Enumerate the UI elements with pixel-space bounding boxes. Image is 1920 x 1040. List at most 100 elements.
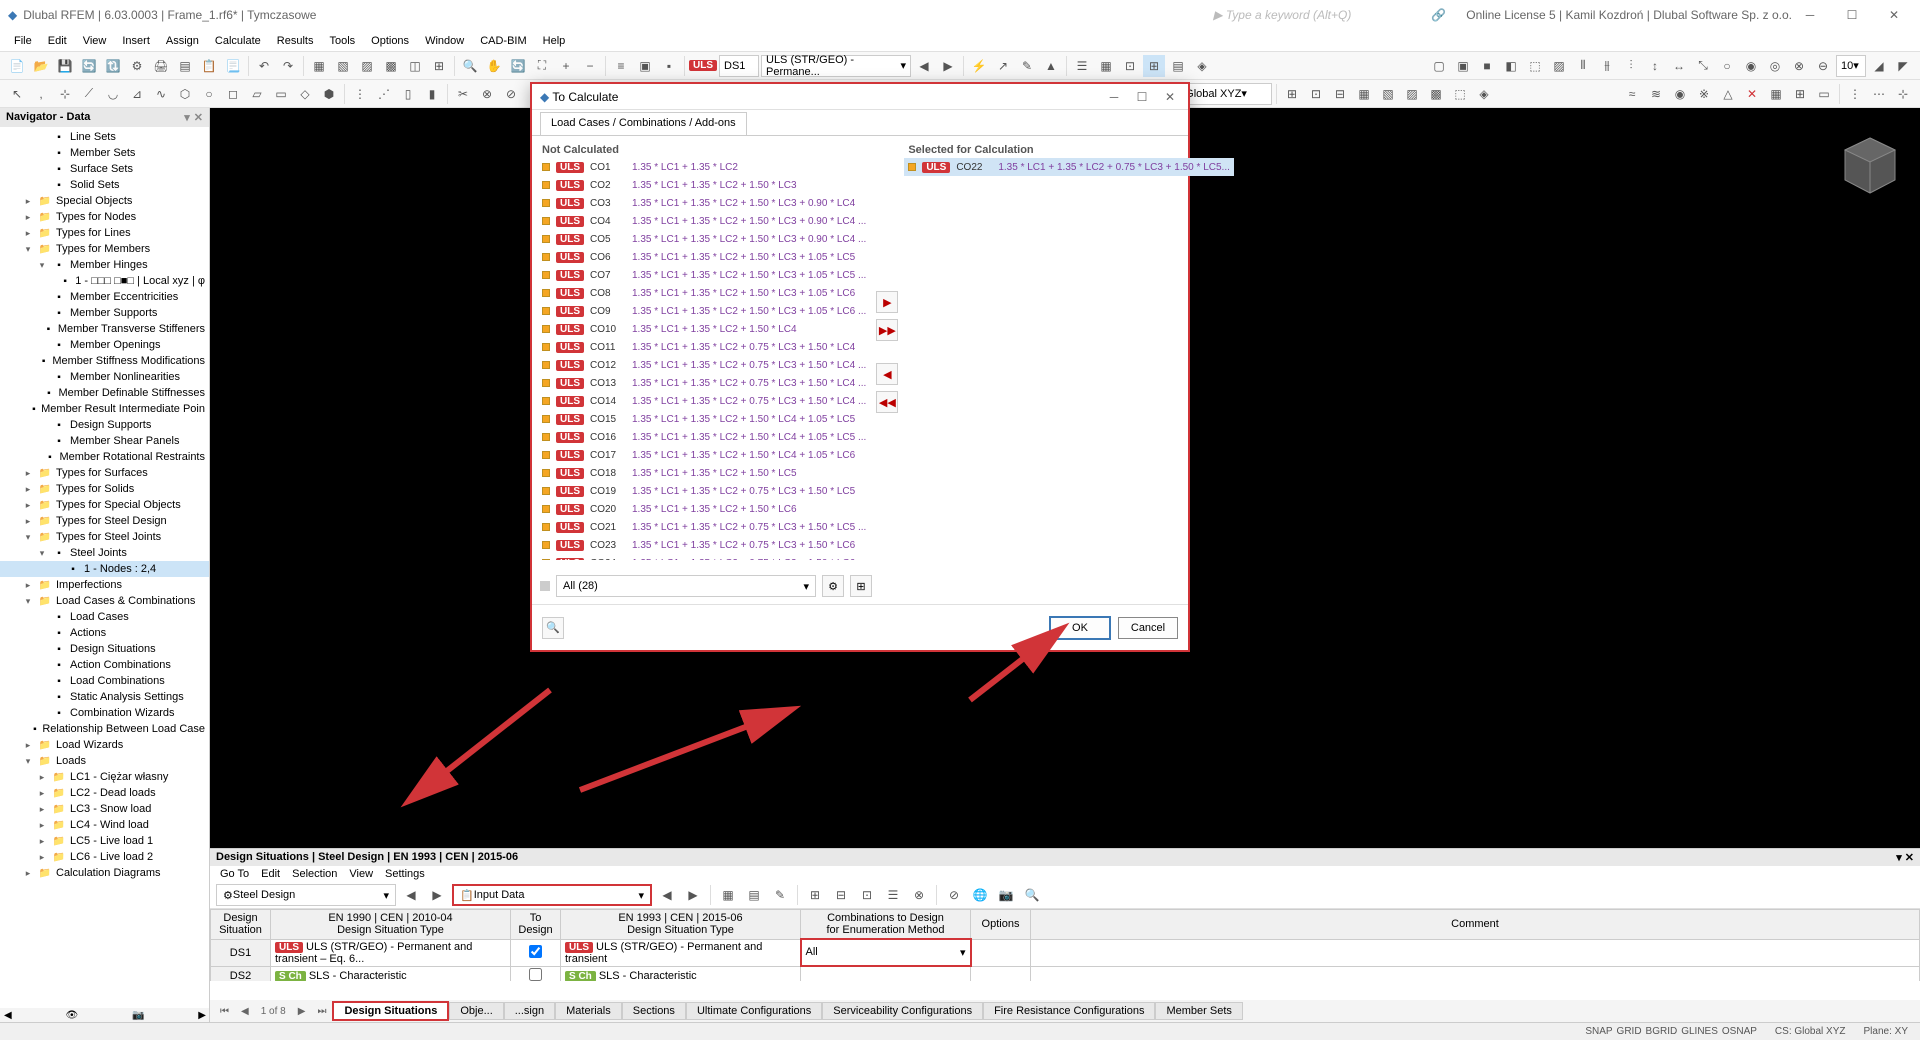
cancel-button[interactable]: Cancel — [1118, 617, 1178, 639]
tab-design-situations[interactable]: Design Situations — [332, 1001, 449, 1021]
tree-item[interactable]: ▪Load Cases — [0, 609, 209, 625]
d2-icon[interactable]: ≋ — [1645, 83, 1667, 105]
b5-icon[interactable]: ◡ — [102, 83, 124, 105]
r12-icon[interactable]: ⤡ — [1692, 55, 1714, 77]
r8-icon[interactable]: ⫵ — [1596, 55, 1618, 77]
b4-icon[interactable]: ⟋ — [78, 83, 100, 105]
to-design-checkbox[interactable] — [529, 968, 542, 981]
refresh-icon[interactable]: 🔄 — [78, 55, 100, 77]
tree-item[interactable]: ▪Solid Sets — [0, 177, 209, 193]
doc-icon[interactable]: 📃 — [222, 55, 244, 77]
tab-materials[interactable]: Materials — [555, 1002, 622, 1020]
tree-item[interactable]: ▸📁Special Objects — [0, 193, 209, 209]
status-snap[interactable]: SNAP — [1585, 1026, 1612, 1037]
undo-icon[interactable]: ↶ — [253, 55, 275, 77]
bt2-icon[interactable]: ▤ — [743, 884, 765, 906]
layout1-icon[interactable]: ▦ — [308, 55, 330, 77]
bp-prev-page[interactable]: ◀ — [235, 1004, 255, 1019]
tab-sections[interactable]: Sections — [622, 1002, 686, 1020]
d7-icon[interactable]: ▦ — [1765, 83, 1787, 105]
b8-icon[interactable]: ⬡ — [174, 83, 196, 105]
bp-edit[interactable]: Edit — [261, 868, 280, 880]
c6-icon[interactable]: ▨ — [1401, 83, 1423, 105]
prev-icon[interactable]: ◀ — [913, 55, 935, 77]
bt4-icon[interactable]: ⊞ — [804, 884, 826, 906]
combo-row[interactable]: ULSCO231.35 * LC1 + 1.35 * LC2 + 0.75 * … — [538, 536, 870, 554]
bt11-icon[interactable]: 📷 — [995, 884, 1017, 906]
combo-row[interactable]: ULSCO201.35 * LC1 + 1.35 * LC2 + 1.50 * … — [538, 500, 870, 518]
d10-icon[interactable]: ⋮ — [1844, 83, 1866, 105]
status-osnap[interactable]: OSNAP — [1722, 1026, 1757, 1037]
combo-row[interactable]: ULSCO31.35 * LC1 + 1.35 * LC2 + 1.50 * L… — [538, 194, 870, 212]
list-icon[interactable]: ▤ — [174, 55, 196, 77]
t7-icon[interactable]: ⊡ — [1119, 55, 1141, 77]
print-icon[interactable]: 🖨 — [150, 55, 172, 77]
tree-item[interactable]: ▪Relationship Between Load Case — [0, 721, 209, 737]
tree-item[interactable]: ▪Load Combinations — [0, 673, 209, 689]
r9-icon[interactable]: ⫶ — [1620, 55, 1642, 77]
r11-icon[interactable]: ↔ — [1668, 55, 1690, 77]
tree-item[interactable]: ▾▪Member Hinges — [0, 257, 209, 273]
tab-objects[interactable]: Obje... — [449, 1002, 503, 1020]
tab-serviceability[interactable]: Serviceability Configurations — [822, 1002, 983, 1020]
tree-item[interactable]: ▪Member Openings — [0, 337, 209, 353]
tree-item[interactable]: ▪Static Analysis Settings — [0, 689, 209, 705]
bp-selection[interactable]: Selection — [292, 868, 337, 880]
bp-next2[interactable]: ▶ — [682, 884, 704, 906]
c1-icon[interactable]: ⊞ — [1281, 83, 1303, 105]
tree-item[interactable]: ▪Design Supports — [0, 417, 209, 433]
bp-first[interactable]: ⏮ — [214, 1004, 235, 1019]
r6-icon[interactable]: ▨ — [1548, 55, 1570, 77]
c7-icon[interactable]: ▩ — [1425, 83, 1447, 105]
b16-icon[interactable]: ⋰ — [373, 83, 395, 105]
tree-item[interactable]: ▪Combination Wizards — [0, 705, 209, 721]
menu-file[interactable]: File — [6, 33, 40, 49]
tree-item[interactable]: ▸📁Types for Surfaces — [0, 465, 209, 481]
ok-button[interactable]: OK — [1050, 617, 1110, 639]
tree-item[interactable]: ▸📁LC2 - Dead loads — [0, 785, 209, 801]
bt8-icon[interactable]: ⊗ — [908, 884, 930, 906]
bt6-icon[interactable]: ⊡ — [856, 884, 878, 906]
tree-item[interactable]: ▸📁LC4 - Wind load — [0, 817, 209, 833]
help-button[interactable]: 🔍 — [542, 617, 564, 639]
combo-row[interactable]: ULSCO41.35 * LC1 + 1.35 * LC2 + 1.50 * L… — [538, 212, 870, 230]
view-cube[interactable] — [1830, 128, 1900, 198]
bp-next[interactable]: ▶ — [426, 884, 448, 906]
move-right-button[interactable]: ▶ — [876, 291, 898, 313]
combo-row[interactable]: ULSCO11.35 * LC1 + 1.35 * LC2 — [538, 158, 870, 176]
bp-pin-icon[interactable]: ▾ — [1896, 852, 1902, 864]
combo-row[interactable]: ULSCO61.35 * LC1 + 1.35 * LC2 + 1.50 * L… — [538, 248, 870, 266]
status-bgrid[interactable]: BGRID — [1646, 1026, 1678, 1037]
bt3-icon[interactable]: ✎ — [769, 884, 791, 906]
r4-icon[interactable]: ◧ — [1500, 55, 1522, 77]
bp-close-icon[interactable]: ✕ — [1905, 852, 1914, 864]
calc3-icon[interactable]: ▪ — [658, 55, 680, 77]
bp-view[interactable]: View — [349, 868, 373, 880]
bp-prev[interactable]: ◀ — [400, 884, 422, 906]
b21-icon[interactable]: ⊘ — [500, 83, 522, 105]
r10-icon[interactable]: ↕ — [1644, 55, 1666, 77]
combo-row[interactable]: ULSCO211.35 * LC1 + 1.35 * LC2 + 0.75 * … — [538, 518, 870, 536]
filter-select[interactable]: All (28)▾ — [556, 575, 816, 597]
menu-assign[interactable]: Assign — [158, 33, 207, 49]
d6-icon[interactable]: ✕ — [1741, 83, 1763, 105]
dlg-close-icon[interactable]: ✕ — [1160, 87, 1180, 107]
r17-icon[interactable]: ⊖ — [1812, 55, 1834, 77]
dlg-max-icon[interactable]: ☐ — [1132, 87, 1152, 107]
nav-pin-icon[interactable]: ▾ — [184, 111, 190, 124]
c9-icon[interactable]: ◈ — [1473, 83, 1495, 105]
status-glines[interactable]: GLINES — [1681, 1026, 1718, 1037]
b10-icon[interactable]: ◻ — [222, 83, 244, 105]
tree-item[interactable]: ▪Actions — [0, 625, 209, 641]
tree-item[interactable]: ▪Member Rotational Restraints — [0, 449, 209, 465]
bp-goto[interactable]: Go To — [220, 868, 249, 880]
search-placeholder[interactable]: Type a keyword (Alt+Q) — [1226, 8, 1351, 22]
tab-design[interactable]: ...sign — [504, 1002, 555, 1020]
t1-icon[interactable]: ⚡ — [968, 55, 990, 77]
tree-item[interactable]: ▪Member Shear Panels — [0, 433, 209, 449]
ds-selector[interactable]: DS1 — [719, 55, 759, 77]
ds-row[interactable]: DS1 ULS ULS (STR/GEO) - Permanent and tr… — [211, 939, 1920, 966]
tree-item[interactable]: ▸📁LC1 - Ciężar własny — [0, 769, 209, 785]
bt10-icon[interactable]: 🌐 — [969, 884, 991, 906]
tree-item[interactable]: ▪Member Stiffness Modifications — [0, 353, 209, 369]
